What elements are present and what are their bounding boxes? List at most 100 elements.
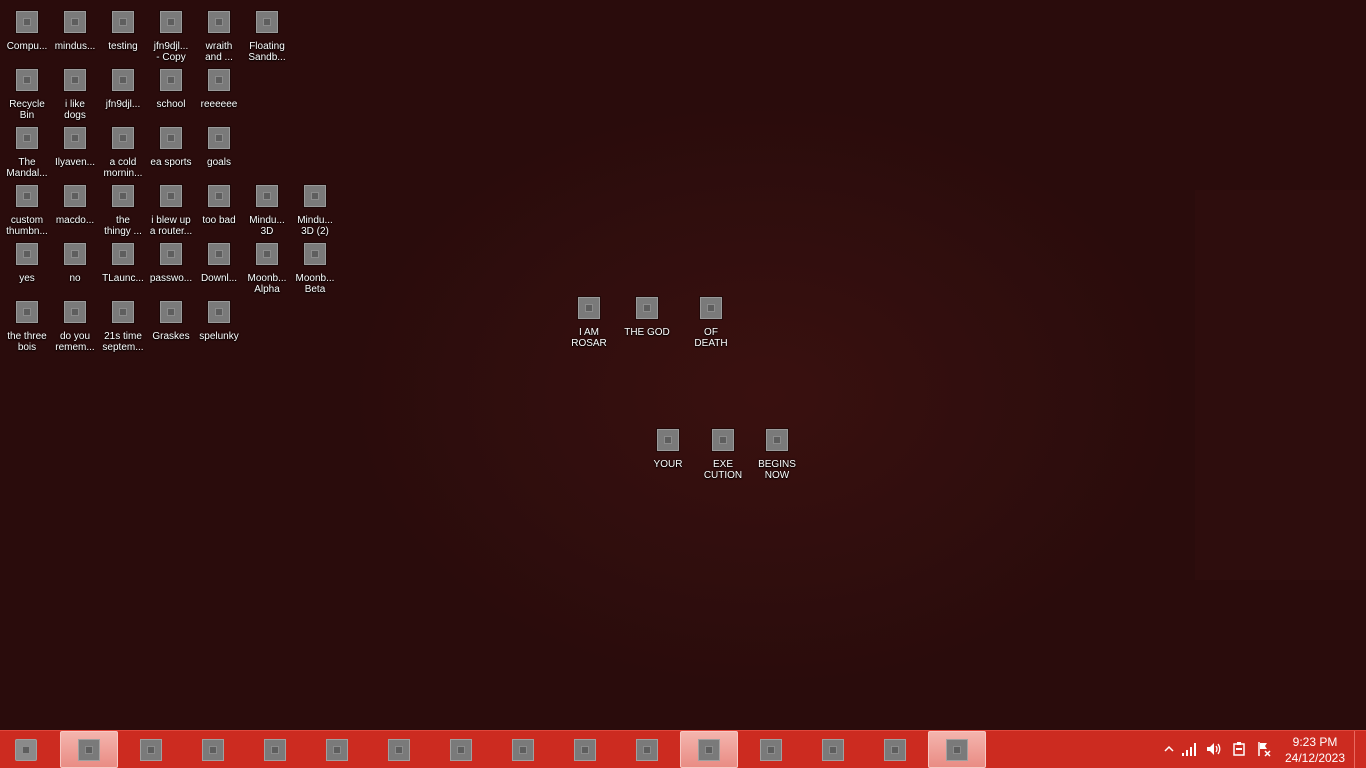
desktop-icon-label: Ilyaven... xyxy=(54,157,96,168)
taskbar-button[interactable] xyxy=(618,731,676,768)
clock-time: 9:23 PM xyxy=(1292,735,1338,749)
desktop-icon-label: Recycle Bin xyxy=(9,99,45,121)
desktop-icon[interactable]: Floating Sandb... xyxy=(243,10,291,63)
show-hidden-icons-icon[interactable] xyxy=(1160,740,1178,758)
taskbar-button[interactable] xyxy=(494,731,552,768)
taskbar-button[interactable] xyxy=(308,731,366,768)
desktop-icon[interactable]: macdo... xyxy=(51,184,99,226)
desktop-icon[interactable]: BEGINS NOW xyxy=(753,428,801,481)
desktop-icon[interactable]: THE GOD xyxy=(623,296,671,338)
desktop-icon[interactable]: passwo... xyxy=(147,242,195,284)
desktop-icon[interactable]: Moonb... Alpha xyxy=(243,242,291,295)
desktop-icon-label: mindus... xyxy=(54,41,96,52)
file-icon xyxy=(256,243,278,265)
desktop-icon[interactable]: reeeeee xyxy=(195,68,243,110)
desktop-icon[interactable]: the thingy ... xyxy=(99,184,147,237)
desktop-icon[interactable]: 21s time septem... xyxy=(99,300,147,353)
file-icon xyxy=(16,127,38,149)
taskbar-button[interactable] xyxy=(122,731,180,768)
app-icon xyxy=(760,738,782,761)
file-icon xyxy=(766,429,788,451)
desktop-icon-label: the thingy ... xyxy=(104,215,142,237)
show-desktop-button[interactable] xyxy=(1354,731,1366,768)
desktop-icon-label: passwo... xyxy=(149,273,193,284)
desktop-icon-label: Mindu... 3D xyxy=(249,215,285,237)
file-icon xyxy=(578,297,600,319)
desktop-icon-label: Floating Sandb... xyxy=(248,41,286,63)
desktop-icon[interactable]: Mindu... 3D xyxy=(243,184,291,237)
desktop-icon[interactable]: goals xyxy=(195,126,243,168)
file-icon xyxy=(64,243,86,265)
taskbar-button[interactable] xyxy=(246,731,304,768)
desktop-icon-label: YOUR xyxy=(653,459,683,470)
action-center-flag-icon[interactable] xyxy=(1255,740,1273,758)
desktop-icon[interactable]: too bad xyxy=(195,184,243,226)
desktop-icon[interactable]: no xyxy=(51,242,99,284)
network-signal-icon[interactable] xyxy=(1180,740,1198,758)
desktop-icon[interactable]: OF DEATH xyxy=(687,296,735,349)
taskbar-button[interactable] xyxy=(742,731,800,768)
file-icon xyxy=(16,185,38,207)
volume-icon[interactable] xyxy=(1205,740,1223,758)
taskbar-button[interactable] xyxy=(866,731,924,768)
desktop-icon[interactable]: i like dogs xyxy=(51,68,99,121)
desktop-icon[interactable]: Graskes xyxy=(147,300,195,342)
desktop-icon[interactable]: YOUR xyxy=(644,428,692,470)
taskbar: 9:23 PM 24/12/2023 xyxy=(0,730,1366,768)
desktop-icon[interactable]: testing xyxy=(99,10,147,52)
taskbar-button[interactable] xyxy=(432,731,490,768)
taskbar-button[interactable] xyxy=(680,731,738,768)
desktop-icon[interactable]: the three bois xyxy=(3,300,51,353)
taskbar-button[interactable] xyxy=(556,731,614,768)
desktop-icon[interactable]: yes xyxy=(3,242,51,284)
desktop-icon[interactable]: do you remem... xyxy=(51,300,99,353)
desktop-icon[interactable]: Downl... xyxy=(195,242,243,284)
file-icon xyxy=(208,69,230,91)
power-icon[interactable] xyxy=(1230,740,1248,758)
file-icon xyxy=(64,69,86,91)
desktop-icon[interactable]: jfn9djl... xyxy=(99,68,147,110)
desktop-icon-label: jfn9djl... - Copy xyxy=(153,41,189,63)
desktop-icon[interactable]: school xyxy=(147,68,195,110)
desktop-icon[interactable]: custom thumbn... xyxy=(3,184,51,237)
desktop-icon[interactable]: Ilyaven... xyxy=(51,126,99,168)
desktop-icon-label: custom thumbn... xyxy=(6,215,48,237)
app-icon xyxy=(140,738,162,761)
desktop-icon[interactable]: jfn9djl... - Copy xyxy=(147,10,195,63)
clock[interactable]: 9:23 PM 24/12/2023 xyxy=(1278,734,1352,766)
desktop-icon[interactable]: i blew up a router... xyxy=(147,184,195,237)
desktop-icon[interactable]: Recycle Bin xyxy=(3,68,51,121)
app-icon xyxy=(512,738,534,761)
desktop-icon-label: 21s time septem... xyxy=(102,331,144,353)
file-icon xyxy=(160,69,182,91)
app-icon xyxy=(388,738,410,761)
start-orb-icon xyxy=(15,738,37,761)
desktop-icon-label: Downl... xyxy=(200,273,238,284)
desktop-icon[interactable]: wraith and ... xyxy=(195,10,243,63)
desktop-icon-label: The Mandal... xyxy=(6,157,48,179)
desktop-icon[interactable]: ea sports xyxy=(147,126,195,168)
desktop-icon[interactable]: mindus... xyxy=(51,10,99,52)
desktop-icon[interactable]: Mindu... 3D (2) xyxy=(291,184,339,237)
desktop-icon-label: goals xyxy=(207,157,231,168)
taskbar-button[interactable] xyxy=(370,731,428,768)
desktop-icon[interactable]: EXE CUTION xyxy=(699,428,747,481)
desktop-icon[interactable]: I AM ROSAR xyxy=(565,296,613,349)
desktop[interactable]: Compu... mindus... testing jfn9djl... - Cop… xyxy=(0,0,1366,730)
taskbar-button[interactable] xyxy=(804,731,862,768)
taskbar-button[interactable] xyxy=(928,731,986,768)
desktop-icon[interactable]: a cold mornin... xyxy=(99,126,147,179)
desktop-icon-label: BEGINS NOW xyxy=(758,459,796,481)
desktop-icon[interactable]: Compu... xyxy=(3,10,51,52)
desktop-icon-label: Moonb... Alpha xyxy=(247,273,287,295)
desktop-icon[interactable]: The Mandal... xyxy=(3,126,51,179)
desktop-icon[interactable]: spelunky xyxy=(195,300,243,342)
taskbar-button[interactable] xyxy=(184,731,242,768)
file-icon xyxy=(64,127,86,149)
start-button[interactable] xyxy=(2,731,50,768)
desktop-icon[interactable]: Moonb... Beta xyxy=(291,242,339,295)
taskbar-button[interactable] xyxy=(60,731,118,768)
file-icon xyxy=(112,127,134,149)
desktop-icon-label: do you remem... xyxy=(55,331,95,353)
desktop-icon[interactable]: TLaunc... xyxy=(99,242,147,284)
